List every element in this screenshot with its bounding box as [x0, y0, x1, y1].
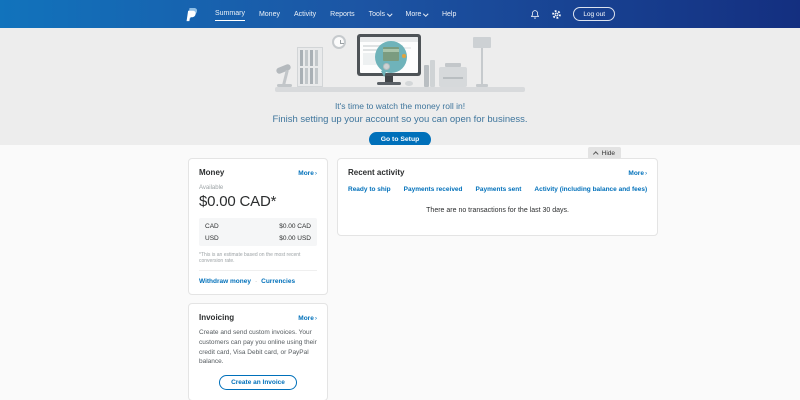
- withdraw-money-link[interactable]: Withdraw money: [199, 278, 251, 285]
- nav-item-reports[interactable]: Reports: [323, 0, 362, 28]
- table-row: CAD $0.00 CAD: [199, 220, 317, 232]
- nav-item-activity[interactable]: Activity: [287, 0, 323, 28]
- currency-table: CAD $0.00 CAD USD $0.00 USD: [199, 218, 317, 246]
- nav-item-money[interactable]: Money: [252, 0, 287, 28]
- activity-more-link[interactable]: More›: [628, 170, 647, 177]
- top-nav: Summary Money Activity Reports Tools Mor…: [0, 0, 800, 28]
- currency-code: USD: [205, 234, 219, 242]
- invoicing-description: Create and send custom invoices. Your cu…: [199, 329, 317, 366]
- nav-right: Log out: [530, 7, 615, 21]
- desk-illustration: [275, 34, 525, 92]
- desk-surface: [275, 87, 525, 92]
- chevron-down-icon: [423, 10, 429, 16]
- hide-banner-button[interactable]: Hide: [588, 147, 621, 159]
- no-transactions-message: There are no transactions for the last 3…: [426, 207, 569, 214]
- currencies-link[interactable]: Currencies: [261, 278, 295, 285]
- nav-item-more[interactable]: More: [399, 0, 435, 28]
- setup-hero-banner: It's time to watch the money roll in! Fi…: [0, 28, 800, 145]
- chevron-right-icon: ›: [314, 315, 317, 322]
- clock-icon: [332, 35, 346, 49]
- table-row: USD $0.00 USD: [199, 232, 317, 244]
- bookshelf-icon: [297, 47, 323, 87]
- activity-card-title: Recent activity: [348, 168, 405, 177]
- tab-payments-received[interactable]: Payments received: [404, 186, 463, 193]
- nav-item-help[interactable]: Help: [435, 0, 463, 28]
- sign-icon: [473, 37, 491, 48]
- log-out-button[interactable]: Log out: [573, 7, 615, 21]
- mouse-icon: [405, 81, 413, 86]
- money-more-link[interactable]: More›: [298, 170, 317, 177]
- coin-icon: [383, 63, 390, 70]
- go-to-setup-button[interactable]: Go to Setup: [368, 132, 432, 145]
- coin-icon: [402, 54, 406, 58]
- recent-activity-card: Recent activity More› Ready to ship Paym…: [337, 158, 659, 236]
- left-column: Money More› Available $0.00 CAD* CAD $0.…: [188, 158, 328, 400]
- currency-code: CAD: [205, 222, 219, 230]
- tab-activity-balance-fees[interactable]: Activity (including balance and fees): [534, 186, 647, 193]
- currency-amount: $0.00 USD: [279, 234, 311, 242]
- currency-amount: $0.00 CAD: [279, 222, 311, 230]
- bell-icon[interactable]: [530, 9, 540, 20]
- chevron-up-icon: [593, 151, 599, 157]
- lamp-icon: [275, 63, 292, 75]
- conversion-footnote: *This is an estimate based on the most r…: [199, 252, 317, 271]
- balance-amount: $0.00 CAD*: [199, 193, 277, 210]
- paypal-logo-icon[interactable]: [185, 7, 198, 22]
- money-card: Money More› Available $0.00 CAD* CAD $0.…: [188, 158, 328, 295]
- money-card-title: Money: [199, 168, 225, 177]
- nav-item-summary[interactable]: Summary: [208, 0, 252, 28]
- dashboard-content: Hide Money More› Available $0.00 CAD* CA…: [0, 145, 800, 400]
- hero-title: It's time to watch the money roll in!: [334, 101, 466, 111]
- activity-tabs: Ready to ship Payments received Payments…: [348, 186, 647, 193]
- gear-icon[interactable]: [551, 9, 562, 20]
- chevron-right-icon: ›: [644, 170, 648, 177]
- tab-payments-sent[interactable]: Payments sent: [476, 186, 522, 193]
- invoicing-more-link[interactable]: More›: [298, 315, 317, 322]
- chevron-down-icon: [387, 10, 393, 16]
- top-nav-inner: Summary Money Activity Reports Tools Mor…: [185, 0, 615, 28]
- chevron-right-icon: ›: [314, 170, 317, 177]
- link-separator: ·: [254, 278, 258, 285]
- invoicing-card: Invoicing More› Create and send custom i…: [188, 303, 328, 400]
- invoicing-card-title: Invoicing: [199, 313, 235, 322]
- hero-subtitle: Finish setting up your account so you ca…: [272, 114, 528, 125]
- nav-item-tools[interactable]: Tools: [362, 0, 399, 28]
- pen-cup-icon: [424, 65, 429, 87]
- nav-left: Summary Money Activity Reports Tools Mor…: [185, 0, 463, 28]
- right-column: Recent activity More› Ready to ship Paym…: [337, 158, 659, 400]
- create-invoice-button[interactable]: Create an Invoice: [219, 375, 297, 390]
- available-label: Available: [199, 185, 224, 191]
- tab-ready-to-ship[interactable]: Ready to ship: [348, 186, 391, 193]
